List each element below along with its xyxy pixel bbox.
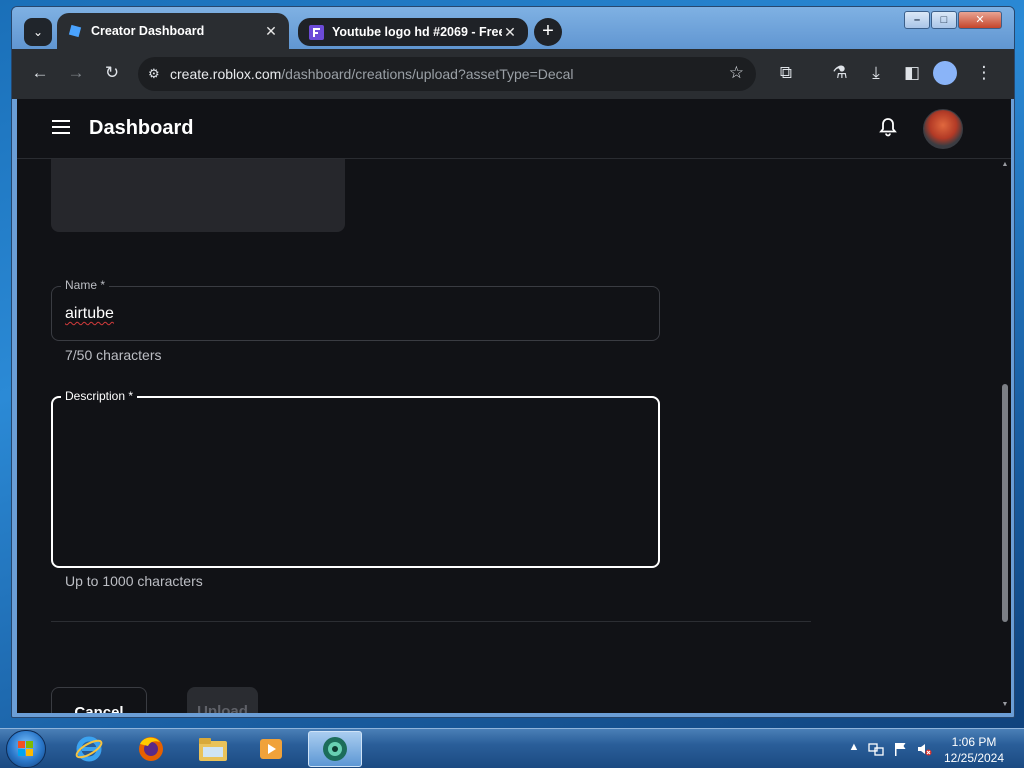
description-label: Description * (61, 389, 138, 403)
windows-taskbar: ▲ 1:06 PM 12/25/2024 (0, 728, 1024, 768)
download-icon[interactable]: ⤓ (864, 61, 888, 85)
scroll-up-arrow-icon[interactable]: ▲ (1001, 161, 1009, 168)
browser-window: ⌄ Creator Dashboard ✕ Youtube logo hd #2… (11, 6, 1015, 718)
roblox-favicon-icon (67, 23, 83, 39)
side-panel-icon[interactable]: ◧ (900, 61, 924, 85)
bookmark-star-icon[interactable]: ☆ (729, 63, 744, 83)
tab-title: Creator Dashboard (91, 24, 205, 38)
active-app-icon[interactable] (308, 731, 362, 767)
labs-flask-icon[interactable]: ⚗ (828, 61, 852, 85)
image-preview-box (51, 159, 345, 232)
network-icon[interactable] (868, 741, 884, 757)
new-tab-button[interactable]: + (534, 18, 562, 46)
close-icon[interactable]: ✕ (263, 23, 279, 40)
name-field[interactable]: airtube (51, 286, 660, 341)
show-hidden-icons-icon[interactable]: ▲ (846, 741, 862, 757)
description-field[interactable] (51, 396, 660, 568)
clock-date: 12/25/2024 (943, 751, 1005, 765)
close-window-button[interactable]: ✕ (958, 11, 1002, 29)
profile-avatar-icon[interactable] (933, 61, 957, 85)
close-icon[interactable]: ✕ (502, 24, 518, 41)
minimize-button[interactable]: – (904, 11, 930, 29)
tab-youtube-logo[interactable]: Youtube logo hd #2069 - Free ✕ (298, 18, 528, 46)
page-title: Dashboard (89, 117, 194, 139)
scrollbar-thumb[interactable] (1002, 384, 1008, 622)
tab-search-button[interactable]: ⌄ (24, 18, 52, 46)
user-avatar[interactable] (923, 109, 963, 149)
notification-bell-icon[interactable] (879, 117, 899, 139)
tab-strip: ⌄ Creator Dashboard ✕ Youtube logo hd #2… (12, 7, 1014, 55)
start-button[interactable] (6, 730, 46, 768)
name-helper-text: 7/50 characters (65, 347, 162, 363)
cancel-button[interactable]: Cancel (51, 687, 147, 713)
file-explorer-icon[interactable] (186, 731, 240, 767)
name-label: Name * (61, 278, 110, 292)
scroll-down-arrow-icon[interactable]: ▼ (1001, 701, 1009, 708)
forward-arrow-icon[interactable]: → (64, 61, 88, 85)
internet-explorer-icon[interactable] (62, 731, 116, 767)
window-controls: – □ ✕ (903, 11, 1002, 31)
site-info-icon[interactable]: ⚙ (148, 66, 170, 82)
extensions-icon[interactable]: ⧉ (774, 61, 798, 85)
name-input-value[interactable]: airtube (65, 305, 114, 323)
freepng-favicon-icon (308, 24, 324, 40)
tab-creator-dashboard[interactable]: Creator Dashboard ✕ (57, 13, 289, 49)
browser-toolbar: ← → ↻ ⚙ create.roblox.com/dashboard/crea… (12, 49, 1014, 99)
volume-muted-icon[interactable] (916, 741, 932, 757)
form-divider (51, 621, 811, 622)
menu-kebab-icon[interactable]: ⋮ (972, 61, 996, 85)
page-content: Dashboard airtube Name * 7/50 characters… (17, 99, 1011, 713)
tab-title: Youtube logo hd #2069 - Free (332, 25, 502, 39)
description-helper-text: Up to 1000 characters (65, 573, 203, 589)
url-text: create.roblox.com/dashboard/creations/up… (170, 66, 574, 82)
media-player-icon[interactable] (244, 731, 298, 767)
upload-button[interactable]: Upload (187, 687, 258, 713)
maximize-button[interactable]: □ (931, 11, 957, 29)
reload-icon[interactable]: ↻ (100, 61, 124, 85)
page-scrollbar[interactable]: ▲ ▼ (999, 159, 1011, 713)
action-center-flag-icon[interactable] (892, 741, 908, 757)
back-arrow-icon[interactable]: ← (28, 61, 52, 85)
chevron-down-icon: ⌄ (32, 25, 44, 39)
hamburger-menu-icon[interactable] (52, 120, 70, 136)
system-tray: ▲ 1:06 PM 12/25/2024 (840, 729, 1024, 768)
firefox-icon[interactable] (124, 731, 178, 767)
dashboard-header: Dashboard (17, 99, 1011, 159)
clock-time: 1:06 PM (951, 735, 997, 749)
address-bar[interactable]: ⚙ create.roblox.com/dashboard/creations/… (138, 57, 756, 91)
taskbar-clock[interactable]: 1:06 PM 12/25/2024 (938, 734, 1010, 766)
